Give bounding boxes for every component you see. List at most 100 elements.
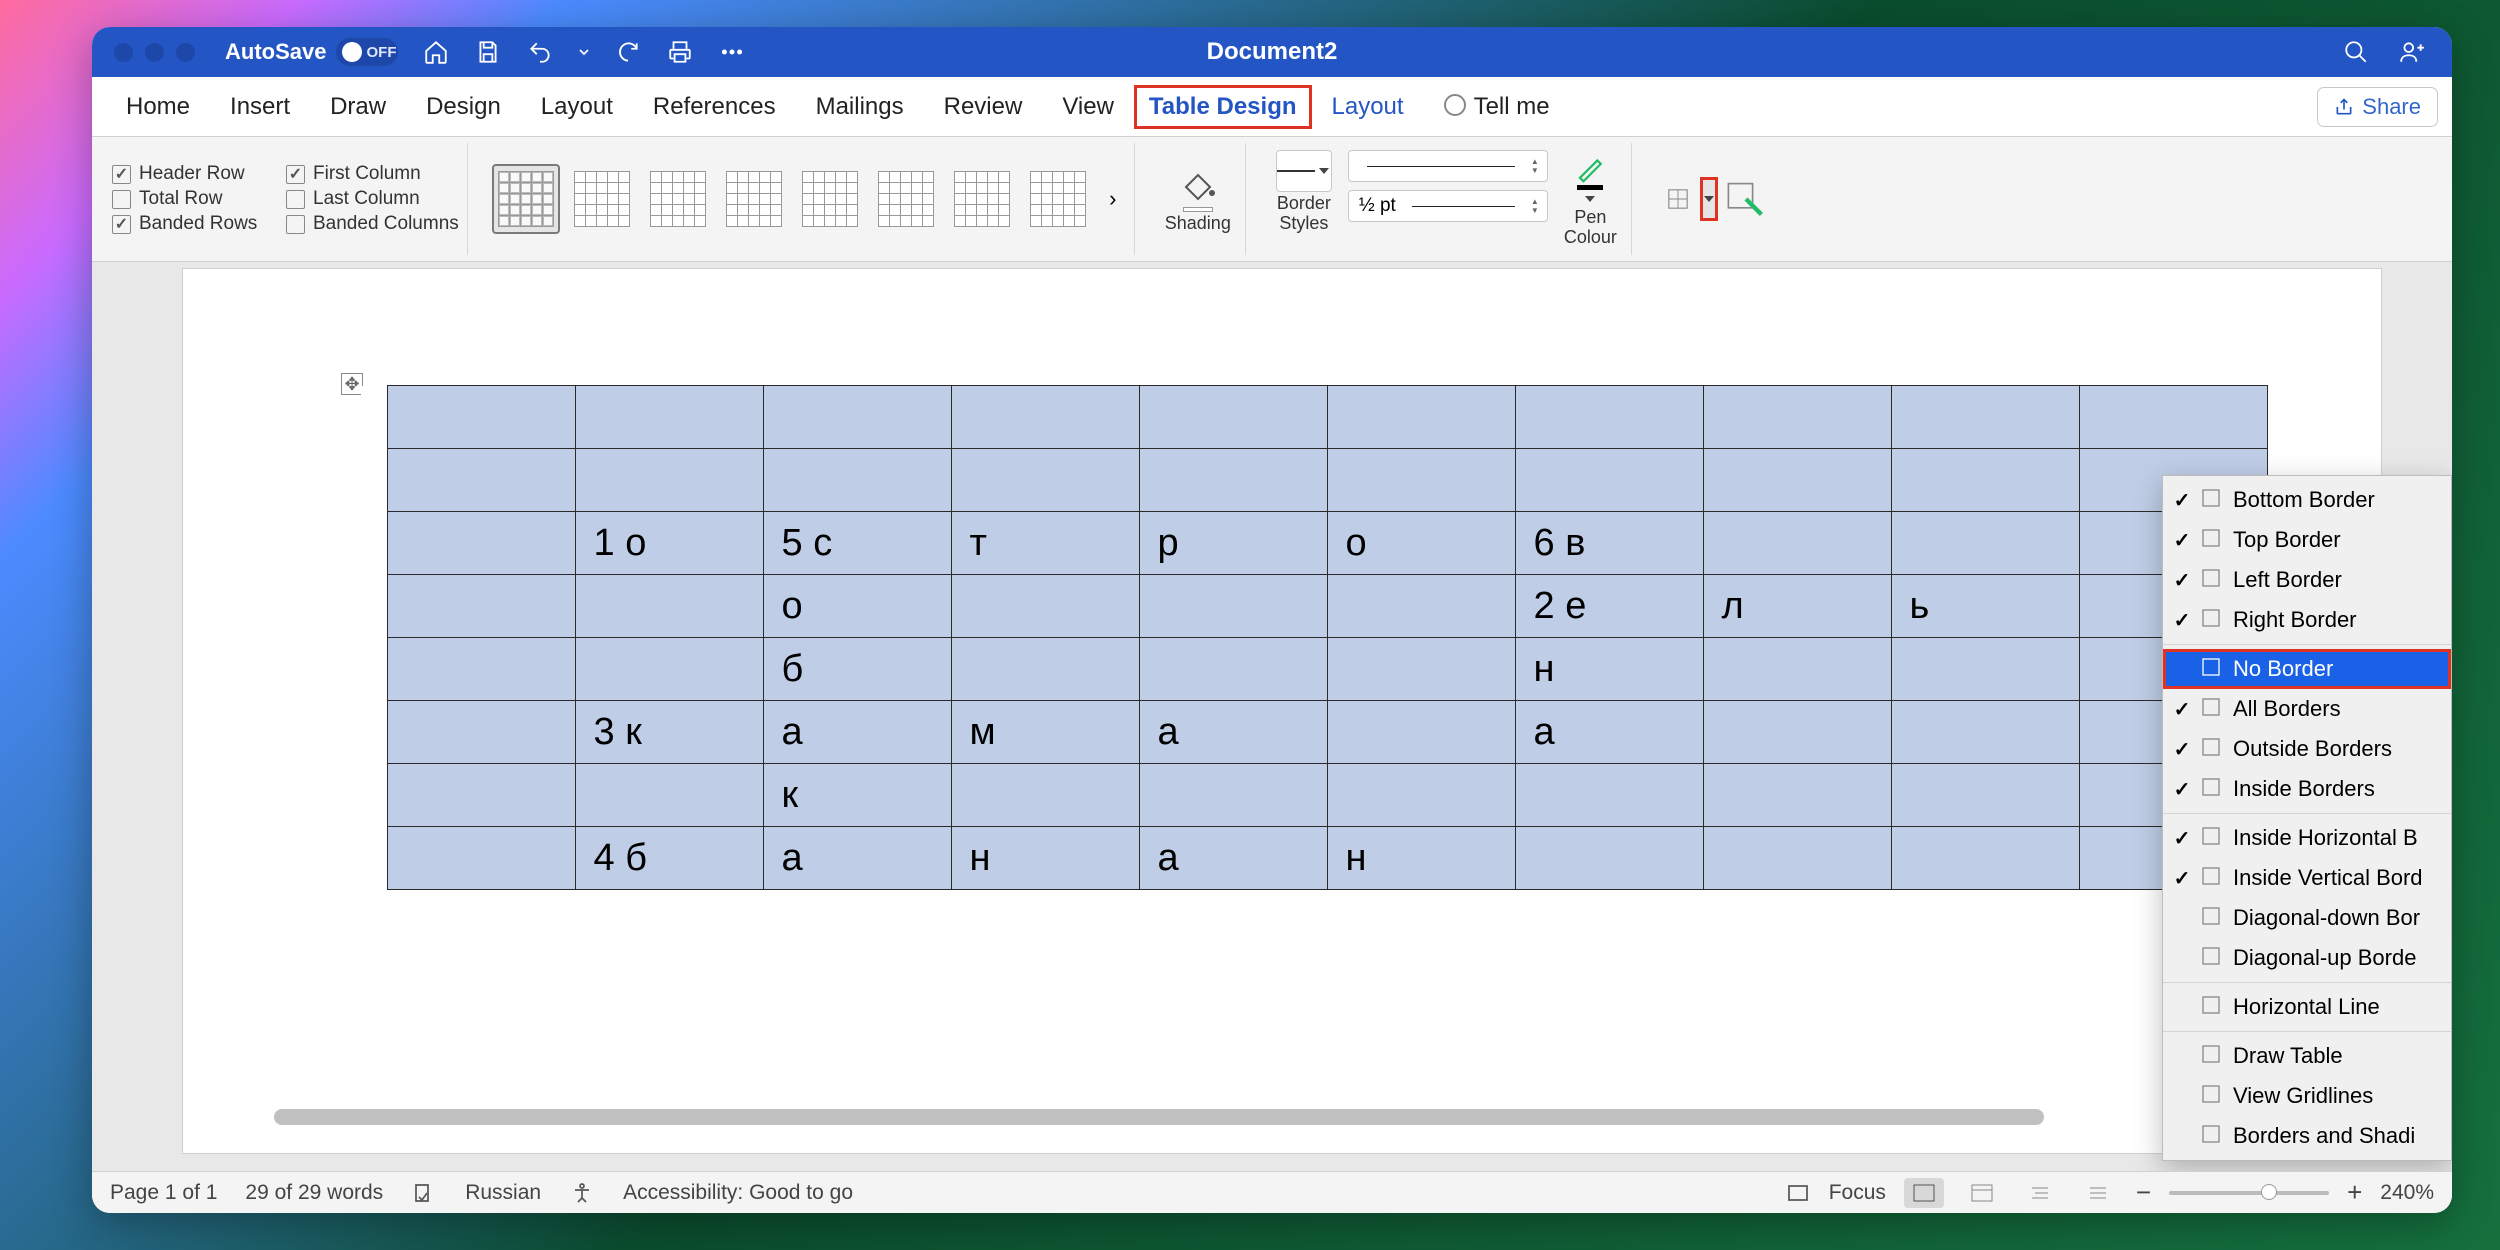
table-cell[interactable]: м — [951, 701, 1139, 764]
autosave-toggle[interactable]: OFF — [336, 38, 398, 66]
table-cell[interactable]: 6 в — [1515, 512, 1703, 575]
table-style-1[interactable] — [492, 164, 560, 234]
chk-header-row[interactable]: Header Row — [112, 163, 262, 185]
pen-colour-button[interactable]: Pen Colour — [1558, 150, 1623, 248]
close-icon[interactable] — [114, 43, 133, 62]
table-cell[interactable]: а — [1515, 701, 1703, 764]
table-cell[interactable] — [1891, 386, 2079, 449]
table-cell[interactable] — [951, 638, 1139, 701]
table-cell[interactable] — [387, 386, 575, 449]
zoom-slider[interactable] — [2169, 1191, 2329, 1195]
menu-item[interactable]: View Gridlines — [2163, 1076, 2451, 1116]
menu-item[interactable]: No Border — [2163, 649, 2451, 689]
table-cell[interactable]: 5 с — [763, 512, 951, 575]
table-cell[interactable] — [1703, 638, 1891, 701]
menu-item[interactable]: ✓Top Border — [2163, 520, 2451, 560]
status-page[interactable]: Page 1 of 1 — [110, 1181, 217, 1205]
table-cell[interactable] — [1703, 701, 1891, 764]
chk-total-row[interactable]: Total Row — [112, 188, 262, 210]
table-cell[interactable] — [575, 449, 763, 512]
chk-banded-columns[interactable]: Banded Columns — [286, 213, 459, 235]
chk-first-column[interactable]: First Column — [286, 163, 459, 185]
tab-design[interactable]: Design — [406, 85, 521, 129]
status-words[interactable]: 29 of 29 words — [245, 1181, 383, 1205]
minimize-icon[interactable] — [145, 43, 164, 62]
chk-last-column[interactable]: Last Column — [286, 188, 459, 210]
table-cell[interactable] — [1139, 449, 1327, 512]
table-cell[interactable]: б — [763, 638, 951, 701]
table-cell[interactable] — [763, 449, 951, 512]
table-cell[interactable] — [1891, 701, 2079, 764]
table-cell[interactable] — [951, 575, 1139, 638]
border-line-weight[interactable]: ½ pt▲▼ — [1348, 190, 1548, 222]
border-styles-button[interactable]: Border Styles — [1270, 150, 1338, 234]
horizontal-scrollbar[interactable] — [184, 1109, 2374, 1127]
table-cell[interactable]: 3 к — [575, 701, 763, 764]
table-cell[interactable] — [763, 386, 951, 449]
menu-item[interactable]: Diagonal-up Borde — [2163, 938, 2451, 978]
table-cell[interactable] — [951, 764, 1139, 827]
table-cell[interactable] — [1703, 386, 1891, 449]
menu-item[interactable]: ✓All Borders — [2163, 689, 2451, 729]
table-cell[interactable] — [575, 764, 763, 827]
table-cell[interactable]: 4 б — [575, 827, 763, 890]
tab-tell-me[interactable]: Tell me — [1424, 84, 1570, 129]
table-cell[interactable]: 2 е — [1515, 575, 1703, 638]
borders-dropdown[interactable] — [1700, 177, 1718, 221]
table-cell[interactable] — [387, 764, 575, 827]
spellcheck-icon[interactable] — [411, 1180, 437, 1206]
tab-table-design[interactable]: Table Design — [1134, 85, 1312, 129]
table-cell[interactable]: а — [1139, 827, 1327, 890]
table-cell[interactable] — [575, 638, 763, 701]
menu-item[interactable]: ✓Bottom Border — [2163, 480, 2451, 520]
menu-item[interactable]: ✓Inside Borders — [2163, 769, 2451, 809]
view-web[interactable] — [1962, 1178, 2002, 1208]
table-cell[interactable] — [1703, 764, 1891, 827]
maximize-icon[interactable] — [176, 43, 195, 62]
table-style-8[interactable] — [1024, 164, 1092, 234]
border-line-style[interactable]: ▲▼ — [1348, 150, 1548, 182]
table-cell[interactable] — [387, 575, 575, 638]
table-cell[interactable]: н — [1515, 638, 1703, 701]
table-cell[interactable] — [1703, 512, 1891, 575]
table-cell[interactable] — [951, 449, 1139, 512]
search-icon[interactable] — [2342, 38, 2370, 66]
table-cell[interactable] — [1327, 764, 1515, 827]
zoom-in[interactable]: + — [2347, 1177, 2362, 1208]
table-cell[interactable] — [387, 701, 575, 764]
borders-button[interactable] — [1656, 177, 1700, 221]
table-cell[interactable] — [1327, 575, 1515, 638]
chk-banded-rows[interactable]: Banded Rows — [112, 213, 262, 235]
table-styles-more[interactable]: › — [1100, 164, 1126, 234]
table-cell[interactable] — [1327, 386, 1515, 449]
table-cell[interactable] — [1515, 449, 1703, 512]
status-a11y[interactable]: Accessibility: Good to go — [623, 1181, 853, 1205]
table-cell[interactable] — [575, 386, 763, 449]
menu-item[interactable]: ✓Left Border — [2163, 560, 2451, 600]
zoom-value[interactable]: 240% — [2380, 1181, 2434, 1205]
table-cell[interactable] — [575, 575, 763, 638]
table-cell[interactable] — [1891, 449, 2079, 512]
table-cell[interactable] — [1891, 764, 2079, 827]
page[interactable]: ✥ 1 о5 стро6 во2 ельбн3 камаак4 банан — [182, 268, 2382, 1154]
tab-home[interactable]: Home — [106, 85, 210, 129]
table-style-7[interactable] — [948, 164, 1016, 234]
view-print[interactable] — [1904, 1178, 1944, 1208]
zoom-out[interactable]: − — [2136, 1177, 2151, 1208]
more-icon[interactable] — [718, 38, 746, 66]
table-cell[interactable]: 1 о — [575, 512, 763, 575]
table-cell[interactable]: р — [1139, 512, 1327, 575]
share-header-icon[interactable] — [2398, 38, 2426, 66]
table-cell[interactable] — [1327, 449, 1515, 512]
table-cell[interactable]: ь — [1891, 575, 2079, 638]
share-button[interactable]: Share — [2317, 87, 2438, 127]
table-cell[interactable] — [1703, 449, 1891, 512]
table-cell[interactable]: т — [951, 512, 1139, 575]
table-cell[interactable]: о — [1327, 512, 1515, 575]
table-style-6[interactable] — [872, 164, 940, 234]
table-cell[interactable] — [387, 512, 575, 575]
table-cell[interactable] — [951, 386, 1139, 449]
border-painter-button[interactable] — [1724, 177, 1768, 221]
table-cell[interactable] — [387, 638, 575, 701]
table-style-3[interactable] — [644, 164, 712, 234]
